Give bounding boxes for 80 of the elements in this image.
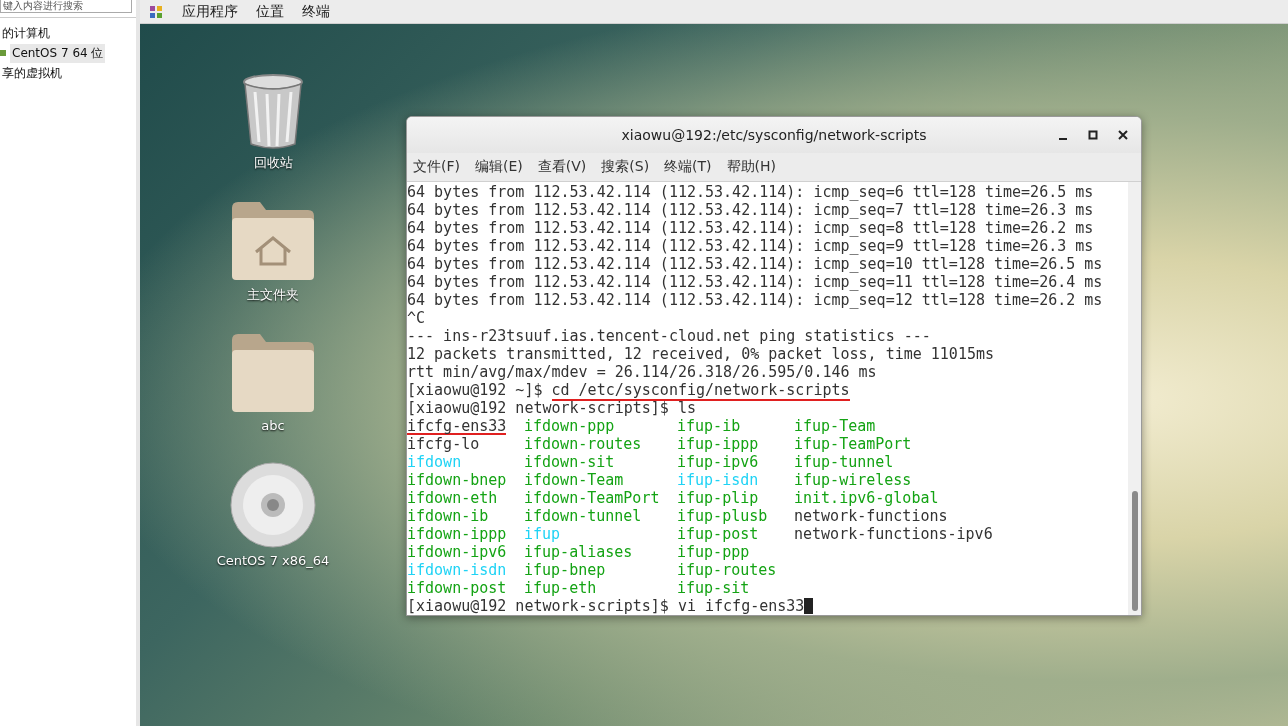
file-name: ifdown-bnep <box>407 471 507 489</box>
file-name: ifup-TeamPort <box>794 435 912 453</box>
terminal-output-line: 64 bytes from 112.53.42.114 (112.53.42.114): icmp_seq=9 ttl=128 time=26.3 ms <box>407 237 1094 255</box>
menu-item[interactable]: 文件(F) <box>413 158 460 176</box>
command-text: ls <box>677 399 696 417</box>
file-name: ifup-ipv6 <box>677 453 759 471</box>
file-name: ifdown-eth <box>407 489 498 507</box>
file-name: ifup-plusb <box>677 507 768 525</box>
file-name: ifdown-post <box>407 579 507 597</box>
file-name: init.ipv6-global <box>794 489 939 507</box>
menu-item[interactable]: 搜索(S) <box>601 158 650 176</box>
minimize-icon <box>1059 138 1067 140</box>
menu-item[interactable]: 编辑(E) <box>475 158 523 176</box>
file-name: ifdown-ipv6 <box>407 543 507 561</box>
menu-item[interactable]: 查看(V) <box>537 158 587 176</box>
maximize-icon <box>1088 130 1098 140</box>
file-name: ifup-ippp <box>677 435 759 453</box>
file-name: ifcfg-ens33 <box>407 417 507 435</box>
file-name: ifdown <box>407 453 462 471</box>
scrollbar[interactable] <box>1128 182 1141 615</box>
terminal-output-line: rtt min/avg/max/mdev = 26.114/26.318/26.595/0.146 ms <box>407 363 877 381</box>
flower-logo-icon[interactable] <box>148 3 164 20</box>
top-bar-menu[interactable]: 终端 <box>302 2 330 21</box>
file-name: ifup-post <box>677 525 759 543</box>
desktop-icon-label[interactable]: 回收站 <box>253 154 293 172</box>
sidebar-item[interactable]: CentOS 7 64 位 <box>10 43 106 63</box>
file-name: network-functions <box>794 507 948 525</box>
folder-icon[interactable] <box>230 332 316 414</box>
trash-icon[interactable] <box>241 74 305 150</box>
file-name: ifdown-ib <box>407 507 489 525</box>
file-name: ifup-aliases <box>524 543 633 561</box>
file-name: ifdown-routes <box>524 435 642 453</box>
desktop-icon-label[interactable]: CentOS 7 x86_64 <box>216 553 330 568</box>
file-name: ifdown-ippp <box>407 525 507 543</box>
file-name: ifdown-Team <box>524 471 624 489</box>
file-name: ifdown-TeamPort <box>524 489 660 507</box>
file-name: ifup-routes <box>677 561 777 579</box>
file-name: network-functions-ipv6 <box>794 525 993 543</box>
shell-prompt: [xiaowu@192 network-scripts]$ <box>407 597 669 615</box>
terminal-output-line: 12 packets transmitted, 12 received, 0% packet loss, time 11015ms <box>407 345 994 363</box>
sidebar-item[interactable]: 的计算机 <box>0 23 52 43</box>
file-name: ifup-tunnel <box>794 453 894 471</box>
file-name: ifup-ppp <box>677 543 750 561</box>
terminal-output-line: 64 bytes from 112.53.42.114 (112.53.42.114): icmp_seq=11 ttl=128 time=26.4 ms <box>407 273 1103 291</box>
terminal-output-line: 64 bytes from 112.53.42.114 (112.53.42.114): icmp_seq=7 ttl=128 time=26.3 ms <box>407 201 1094 219</box>
desktop-icon-label[interactable]: 主文件夹 <box>247 286 299 304</box>
file-name: ifup-isdn <box>677 471 759 489</box>
file-name: ifdown-ppp <box>524 417 615 435</box>
top-bar-menu[interactable]: 位置 <box>256 2 284 21</box>
file-name: ifup-sit <box>677 579 750 597</box>
file-name: ifup-ib <box>677 417 741 435</box>
window-title: xiaowu@192:/etc/sysconfig/network-scripts <box>621 127 927 143</box>
shell-prompt: [xiaowu@192 ~]$ <box>407 381 543 399</box>
terminal-output-line: 64 bytes from 112.53.42.114 (112.53.42.114): icmp_seq=12 ttl=128 time=26.2 ms <box>407 291 1103 309</box>
file-name: ifup-eth <box>524 579 597 597</box>
file-name: ifdown-tunnel <box>524 507 642 525</box>
menu-item[interactable]: 终端(T) <box>664 158 712 176</box>
terminal-output-line: 64 bytes from 112.53.42.114 (112.53.42.114): icmp_seq=10 ttl=128 time=26.5 ms <box>407 255 1103 273</box>
menu-item[interactable]: 帮助(H) <box>726 158 777 176</box>
terminal-output-line: --- ins-r23tsuuf.ias.tencent-cloud.net ping statistics --- <box>407 327 931 345</box>
terminal-output-line: 64 bytes from 112.53.42.114 (112.53.42.114): icmp_seq=8 ttl=128 time=26.2 ms <box>407 219 1094 237</box>
file-name: ifup-wireless <box>794 471 912 489</box>
sidebar-item[interactable]: 享的虚拟机 <box>0 63 64 83</box>
command-text: cd /etc/sysconfig/network-scripts <box>551 381 850 401</box>
file-name: ifup <box>524 525 561 543</box>
disc-icon[interactable] <box>229 461 317 549</box>
home-folder-icon[interactable] <box>230 200 316 282</box>
file-name: ifdown-isdn <box>407 561 507 579</box>
shell-prompt: [xiaowu@192 network-scripts]$ <box>407 399 669 417</box>
terminal-output-line: ^C <box>407 309 426 327</box>
terminal-output-line: 64 bytes from 112.53.42.114 (112.53.42.114): icmp_seq=6 ttl=128 time=26.5 ms <box>407 183 1094 201</box>
file-name: ifcfg-lo <box>407 435 480 453</box>
desktop-icon-label[interactable]: abc <box>261 418 285 433</box>
file-name: ifup-Team <box>794 417 876 435</box>
file-name: ifup-plip <box>677 489 759 507</box>
top-bar-menu[interactable]: 应用程序 <box>182 2 238 21</box>
file-name: ifup-bnep <box>524 561 606 579</box>
close-icon <box>1118 130 1128 140</box>
search-field[interactable]: 键入内容进行搜索 <box>0 0 132 13</box>
file-name: ifdown-sit <box>524 453 615 471</box>
